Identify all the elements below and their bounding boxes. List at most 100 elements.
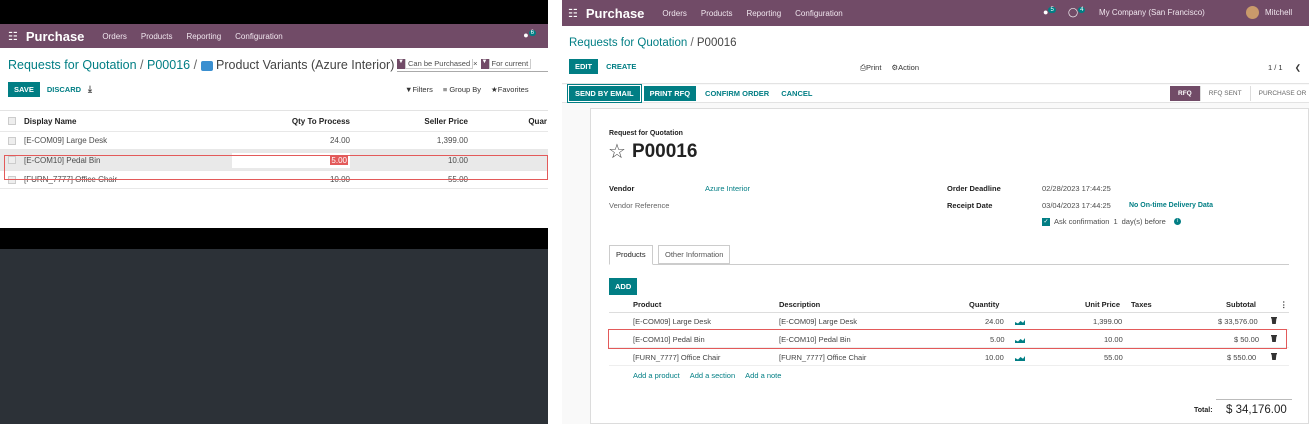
discard-button[interactable]: DISCARD [47, 85, 81, 94]
add-product-link[interactable]: Add a product [633, 371, 680, 380]
breadcrumb-p00016[interactable]: P00016 [147, 58, 190, 72]
table-row[interactable]: [E-COM09] Large Desk 24.00 1,399.00 [0, 132, 548, 150]
select-all-checkbox[interactable] [8, 117, 16, 125]
forecast-graph-icon[interactable] [1015, 354, 1025, 361]
col-quantity[interactable]: Quantity [969, 300, 999, 309]
download-icon[interactable]: ⤓ [88, 84, 92, 95]
print-rfq-button[interactable]: PRINT RFQ [643, 86, 697, 101]
row-name: [E-COM09] Large Desk [24, 136, 108, 145]
menu-reporting[interactable]: Reporting [186, 32, 221, 41]
reminder-days-input[interactable]: 1 [1113, 217, 1117, 226]
right-navbar: ☷ Purchase Orders Products Reporting Con… [562, 0, 1309, 26]
chat-icon[interactable]: ● 5 [1043, 7, 1056, 17]
record-name: P00016 [631, 140, 698, 162]
menu-configuration[interactable]: Configuration [795, 9, 843, 18]
apps-menu-icon[interactable]: ☷ [8, 30, 18, 43]
ask-confirmation-checkbox[interactable]: ✓ [1042, 217, 1050, 226]
send-by-email-button[interactable]: SEND BY EMAIL [567, 84, 642, 103]
col-subtotal[interactable]: Subtotal [1226, 300, 1256, 309]
pager-value[interactable]: 1 / 1 [1268, 63, 1283, 72]
forecast-graph-icon[interactable] [1015, 318, 1025, 325]
menu-orders[interactable]: Orders [662, 9, 686, 18]
menu-orders[interactable]: Orders [102, 32, 126, 41]
col-taxes[interactable]: Taxes [1131, 300, 1152, 309]
add-line-button[interactable]: ADD [609, 278, 638, 295]
col-display-name[interactable]: Display Name [24, 117, 264, 126]
favorites-toggle[interactable]: ★Favorites [491, 85, 529, 94]
status-rfq-sent: RFQ SENT [1200, 86, 1251, 101]
breadcrumb-rfq[interactable]: Requests for Quotation [569, 37, 687, 49]
doc-type-label: Request for Quotation [609, 130, 683, 137]
filters-toggle[interactable]: ▼Filters [405, 85, 433, 94]
cancel-button[interactable]: CANCEL [781, 89, 812, 98]
group-by-toggle[interactable]: ≡ Group By [443, 85, 481, 94]
apps-menu-icon[interactable]: ☷ [568, 7, 578, 20]
menu-products[interactable]: Products [701, 9, 733, 18]
left-window: ☷ Purchase Orders Products Reporting Con… [0, 0, 548, 424]
status-purchase-order: PURCHASE OR [1250, 86, 1309, 101]
optional-columns-icon[interactable]: ⋮ [1280, 300, 1288, 309]
confirm-order-button[interactable]: CONFIRM ORDER [705, 89, 769, 98]
control-buttons: EDIT CREATE [569, 59, 636, 74]
add-section-link[interactable]: Add a section [690, 371, 735, 380]
company-switcher[interactable]: My Company (San Francisco) [1099, 8, 1205, 17]
table-row[interactable]: [FURN_7777] Office Chair [FURN_7777] Off… [609, 349, 1289, 366]
delete-line-icon[interactable] [1271, 353, 1277, 360]
save-button[interactable]: SAVE [8, 82, 40, 97]
col-description[interactable]: Description [779, 300, 820, 309]
chat-icon[interactable]: ● 6 [523, 30, 536, 40]
edit-button[interactable]: EDIT [569, 59, 599, 74]
create-button[interactable]: CREATE [606, 62, 636, 71]
delete-line-icon[interactable] [1271, 317, 1277, 324]
action-menu[interactable]: ⚙Action [891, 63, 919, 73]
menu-configuration[interactable]: Configuration [235, 32, 283, 41]
breadcrumb-rfq[interactable]: Requests for Quotation [8, 58, 137, 72]
search-tools: ▼Filters ≡ Group By ★Favorites [405, 85, 529, 94]
table-row[interactable]: [E-COM09] Large Desk [E-COM09] Large Des… [609, 313, 1289, 330]
priority-star-icon[interactable]: ☆ [608, 139, 626, 164]
order-deadline-field[interactable]: 02/28/2023 17:44:25 [1042, 184, 1111, 193]
filters-label: Filters [412, 85, 433, 94]
user-avatar[interactable] [1246, 6, 1259, 19]
add-line-links: Add a product Add a section Add a note [633, 371, 781, 380]
line-description: [FURN_7777] Office Chair [779, 353, 867, 362]
left-breadcrumb: Requests for Quotation / P00016 / Produc… [8, 58, 394, 72]
group-by-label: Group By [449, 85, 482, 94]
status-buttons: SEND BY EMAIL PRINT RFQ CONFIRM ORDER CA… [567, 84, 812, 103]
search-bar[interactable]: ▼ Can be Purchased × ▼ For current [397, 59, 548, 72]
col-product[interactable]: Product [633, 300, 661, 309]
add-note-link[interactable]: Add a note [745, 371, 781, 380]
facet-filter-icon: ▼ [480, 59, 489, 69]
menu-reporting[interactable]: Reporting [746, 9, 781, 18]
receipt-date-field[interactable]: 03/04/2023 17:44:25 [1042, 201, 1111, 210]
col-seller-price[interactable]: Seller Price [350, 117, 468, 126]
col-quantity[interactable]: Quar [468, 117, 547, 126]
user-menu[interactable]: Mitchell [1265, 8, 1292, 17]
status-ribbon: RFQ RFQ SENT PURCHASE OR [1170, 86, 1309, 101]
star-icon: ★ [491, 85, 498, 94]
vendor-field[interactable]: Azure Interior [705, 184, 750, 193]
highlight-pedal-bin-line [608, 329, 1287, 349]
row-checkbox[interactable] [8, 136, 16, 145]
app-name[interactable]: Purchase [586, 6, 645, 21]
app-name[interactable]: Purchase [26, 29, 85, 44]
col-unit-price[interactable]: Unit Price [1085, 300, 1120, 309]
menu-products[interactable]: Products [141, 32, 173, 41]
print-menu[interactable]: ⎙Print [860, 63, 881, 73]
activity-icon[interactable]: ◯ 4 [1068, 7, 1086, 18]
line-quantity: 10.00 [985, 353, 1004, 362]
tab-other-information[interactable]: Other Information [658, 245, 731, 264]
total-value: $ 34,176.00 [1226, 404, 1287, 416]
form-sheet: Request for Quotation ☆ P00016 Vendor Az… [590, 108, 1309, 424]
group-by-icon: ≡ [442, 85, 448, 94]
prev-icon[interactable]: ❮ [1295, 63, 1301, 72]
reminder-days-suffix: day(s) before [1121, 217, 1166, 226]
facet-close-icon[interactable]: × [473, 59, 477, 68]
left-navbar: ☷ Purchase Orders Products Reporting Con… [0, 24, 548, 48]
breadcrumb-sep: / [193, 58, 198, 72]
col-qty-to-process[interactable]: Qty To Process [264, 117, 350, 126]
line-unit-price: 55.00 [1104, 353, 1123, 362]
breadcrumb-current: Product Variants (Azure Interior) [216, 58, 395, 72]
chat-count: 5 [1048, 7, 1056, 13]
tab-products[interactable]: Products [609, 245, 653, 265]
